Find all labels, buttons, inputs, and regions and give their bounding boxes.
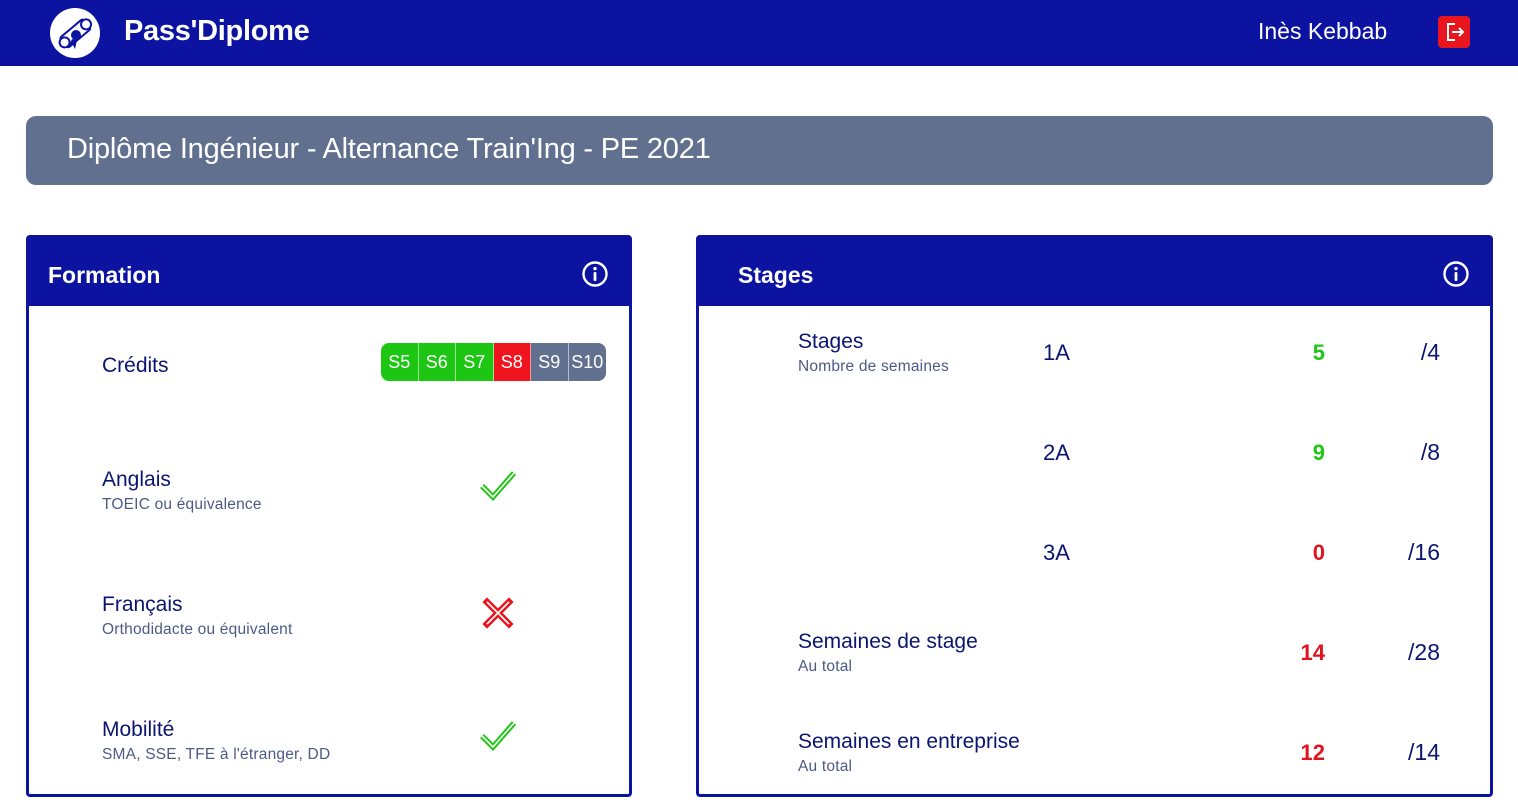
company-weeks-label: Semaines en entreprise (798, 730, 1020, 753)
stages-weeks-sub: Nombre de semaines (798, 358, 949, 375)
stages-card-header: Stages (699, 238, 1490, 306)
year-3a-label: 3A (1043, 540, 1070, 565)
semester-s5-badge[interactable]: S5 (381, 343, 419, 381)
semester-s6-badge[interactable]: S6 (418, 343, 456, 381)
top-bar: Pass'Diplome Inès Kebbab (0, 0, 1518, 66)
diploma-scroll-icon[interactable] (50, 8, 100, 58)
program-title: Diplôme Ingénieur - Alternance Train'Ing… (67, 133, 711, 165)
mobility-label: Mobilité (102, 718, 175, 741)
english-sub: TOEIC ou équivalence (102, 496, 262, 513)
internship-weeks-value: 14 (1300, 640, 1325, 665)
year-1a-label: 1A (1043, 340, 1070, 365)
internship-weeks-sub: Au total (798, 658, 853, 675)
formation-title: Formation (48, 262, 161, 288)
credits-label: Crédits (102, 354, 169, 377)
year-3a-total: /16 (1408, 539, 1440, 565)
formation-card-header: Formation (29, 238, 629, 306)
semester-s10-badge[interactable]: S10 (568, 343, 606, 381)
formation-card: Formation Crédits S5 S6 S7 S8 S9 S10 Ang… (26, 235, 632, 797)
cross-icon (482, 597, 514, 629)
stages-card: Stages Stages Nombre de semaines 1A 5 /4… (696, 235, 1493, 797)
french-sub: Orthodidacte ou équivalent (102, 621, 293, 638)
semester-s8-badge[interactable]: S8 (493, 343, 531, 381)
mobility-sub: SMA, SSE, TFE à l'étranger, DD (102, 746, 331, 763)
year-2a-total: /8 (1420, 439, 1440, 465)
company-weeks-total: /14 (1408, 739, 1440, 765)
checkmark-icon (480, 721, 517, 752)
user-name[interactable]: Inès Kebbab (1258, 18, 1387, 45)
year-2a-label: 2A (1043, 440, 1070, 465)
info-icon[interactable] (581, 260, 609, 288)
company-weeks-sub: Au total (798, 758, 853, 775)
year-2a-value: 9 (1312, 440, 1325, 465)
french-label: Français (102, 593, 183, 616)
program-banner: Diplôme Ingénieur - Alternance Train'Ing… (26, 116, 1493, 185)
semester-s7-badge[interactable]: S7 (456, 343, 494, 381)
stages-weeks-label: Stages (798, 330, 864, 353)
english-label: Anglais (102, 468, 171, 491)
info-icon[interactable] (1442, 260, 1470, 288)
internship-weeks-total: /28 (1408, 639, 1440, 665)
app-title: Pass'Diplome (124, 15, 310, 47)
credits-semesters: S5 S6 S7 S8 S9 S10 (381, 343, 606, 381)
checkmark-icon (480, 471, 517, 502)
company-weeks-value: 12 (1300, 740, 1325, 765)
logout-icon[interactable] (1438, 16, 1470, 48)
year-3a-value: 0 (1312, 540, 1325, 565)
semester-s9-badge[interactable]: S9 (531, 343, 569, 381)
stages-title: Stages (738, 262, 814, 288)
internship-weeks-label: Semaines de stage (798, 630, 978, 653)
year-1a-total: /4 (1420, 339, 1440, 365)
year-1a-value: 5 (1312, 340, 1325, 365)
